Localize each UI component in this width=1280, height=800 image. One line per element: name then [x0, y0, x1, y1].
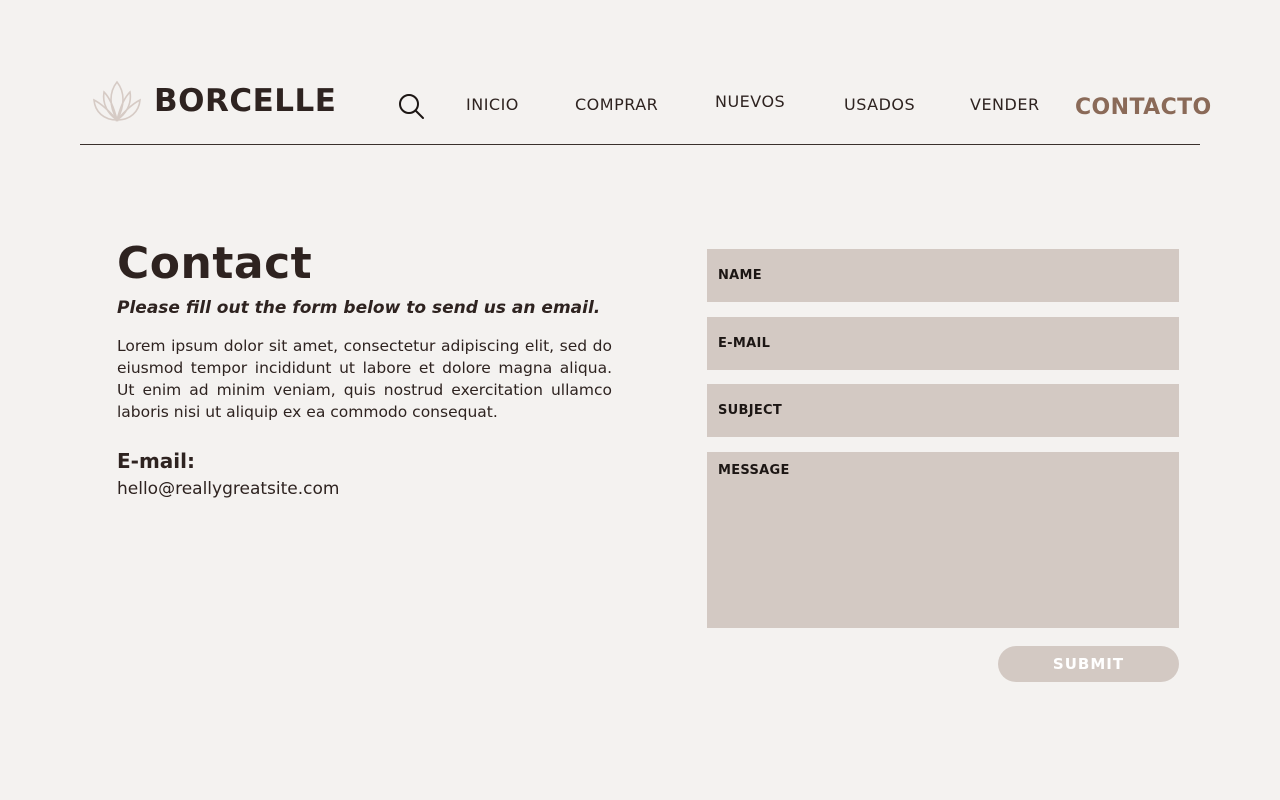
subject-input[interactable] [707, 384, 1179, 437]
nav-item-usados[interactable]: USADOS [844, 97, 915, 113]
intro-paragraph: Lorem ipsum dolor sit amet, consectetur … [117, 336, 612, 421]
search-icon[interactable] [397, 92, 425, 120]
site-header: BORCELLE INICIO COMPRAR NUEVOS USADOS VE… [0, 0, 1280, 150]
name-input[interactable] [707, 249, 1179, 302]
header-divider [80, 144, 1200, 145]
email-address[interactable]: hello@reallygreatsite.com [117, 479, 612, 499]
nav-item-vender[interactable]: VENDER [970, 97, 1040, 113]
page-title: Contact [117, 238, 313, 289]
nav-item-contacto[interactable]: CONTACTO [1075, 97, 1212, 119]
lotus-logo-icon [93, 80, 141, 122]
brand-logo[interactable]: BORCELLE [90, 78, 336, 124]
contact-info: Contact Please fill out the form below t… [117, 238, 612, 499]
nav-item-inicio[interactable]: INICIO [466, 97, 519, 113]
email-input[interactable] [707, 317, 1179, 370]
email-heading: E-mail: [117, 448, 196, 473]
nav-item-comprar[interactable]: COMPRAR [575, 97, 658, 113]
page-subtitle: Please fill out the form below to send u… [117, 298, 601, 319]
message-textarea[interactable] [707, 452, 1179, 628]
nav-item-nuevos[interactable]: NUEVOS [715, 94, 785, 110]
brand-name: BORCELLE [154, 82, 337, 119]
submit-button[interactable]: SUBMIT [998, 646, 1179, 682]
